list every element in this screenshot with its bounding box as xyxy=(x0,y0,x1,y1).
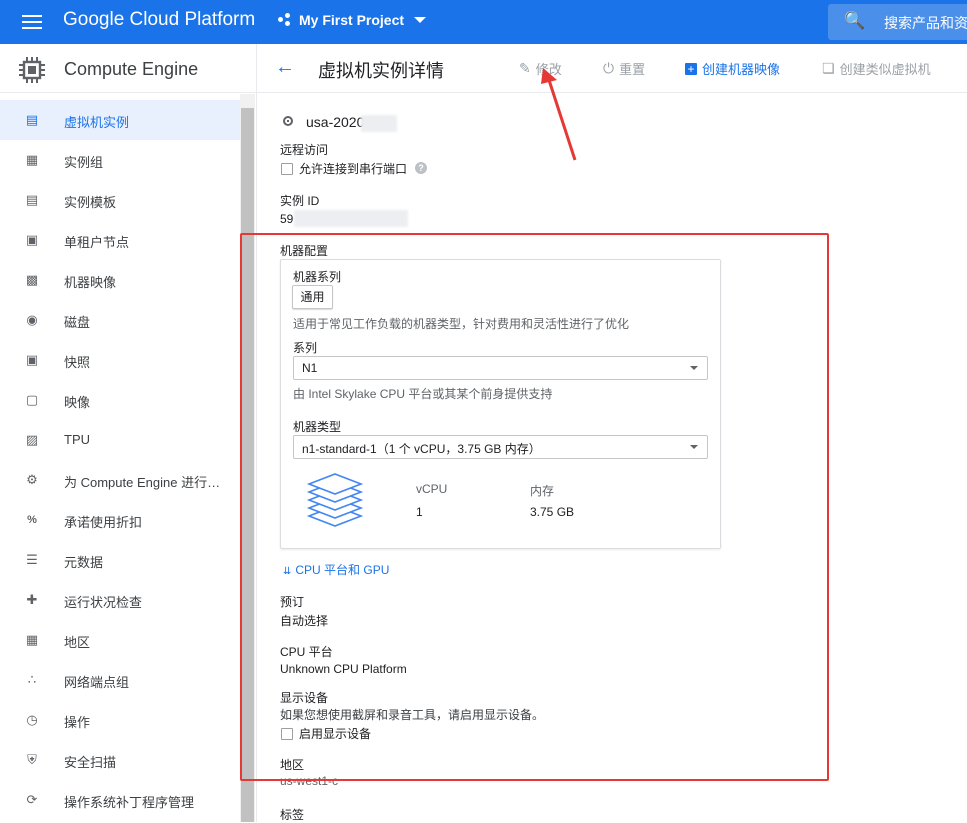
pencil-icon: ✎ xyxy=(519,60,531,76)
sidebar-item-images[interactable]: ▢ 映像 xyxy=(0,380,240,420)
sidebar-item-disks[interactable]: ◉ 磁盘 xyxy=(0,300,240,340)
serial-port-label: 允许连接到串行端口 xyxy=(299,162,408,176)
settings-gear-icon: ⚙ xyxy=(26,472,38,487)
sidebar-item-label: 承诺使用折扣 xyxy=(64,515,143,530)
sidebar-item-label: 单租户节点 xyxy=(64,235,130,250)
sidebar-item-recommendations[interactable]: ⚙ 为 Compute Engine 进行… xyxy=(0,460,240,500)
sidebar: Compute Engine ▤ 虚拟机实例 ▦ 实例组 ▤ 实例模板 ▣ 单租户节点 … xyxy=(0,44,257,822)
patch-icon: ⟳ xyxy=(26,792,38,807)
chevron-down-icon xyxy=(414,17,427,23)
reset-label: 重置 xyxy=(619,62,646,77)
sidebar-item-label: 操作系统补丁程序管理 xyxy=(64,795,195,810)
snapshot-icon: ▣ xyxy=(25,352,39,367)
sole-tenant-icon: ▣ xyxy=(25,232,39,247)
create-similar-label: 创建类似虚拟机 xyxy=(839,62,931,77)
sidebar-item-label: 为 Compute Engine 进行… xyxy=(64,475,221,490)
instance-status-icon xyxy=(283,116,293,126)
reset-button[interactable]: ⏻ 重置 xyxy=(603,59,645,78)
sidebar-item-committed-use[interactable]: % 承诺使用折扣 xyxy=(0,500,240,540)
sidebar-item-label: 磁盘 xyxy=(64,315,91,330)
sidebar-item-label: 快照 xyxy=(64,355,91,370)
clock-icon: ◷ xyxy=(26,712,38,727)
sidebar-item-label: 实例模板 xyxy=(64,195,117,210)
sidebar-item-health-checks[interactable]: ✚ 运行状况检查 xyxy=(0,580,240,620)
search-input[interactable]: 🔍 搜索产品和资 xyxy=(828,4,967,40)
sidebar-item-tpu[interactable]: ▨ TPU xyxy=(0,420,240,460)
project-selector[interactable]: My First Project xyxy=(278,12,427,28)
sidebar-item-instance-groups[interactable]: ▦ 实例组 xyxy=(0,140,240,180)
health-check-icon: ✚ xyxy=(26,592,38,607)
instance-id-label: 实例 ID xyxy=(280,194,320,208)
sidebar-item-os-patch[interactable]: ⟳ 操作系统补丁程序管理 xyxy=(0,780,240,820)
redaction xyxy=(361,115,397,132)
instance-id-value: 59 xyxy=(280,212,294,226)
compute-engine-icon xyxy=(19,57,45,83)
shield-icon: ⛨ xyxy=(27,752,37,767)
metadata-icon: ☰ xyxy=(26,552,38,567)
zones-icon: ▦ xyxy=(25,632,39,647)
copy-icon: ❏ xyxy=(822,60,835,76)
help-icon[interactable]: ? xyxy=(415,162,427,174)
sidebar-item-label: 安全扫描 xyxy=(64,755,117,770)
back-arrow-icon[interactable]: ← xyxy=(275,56,295,79)
brand-title[interactable]: Google Cloud Platform xyxy=(63,9,255,31)
sidebar-item-label: 映像 xyxy=(64,395,91,410)
menu-icon[interactable] xyxy=(22,12,42,32)
sidebar-item-instance-templates[interactable]: ▤ 实例模板 xyxy=(0,180,240,220)
instance-template-icon: ▤ xyxy=(25,192,39,207)
sidebar-item-network-endpoint-groups[interactable]: ∴ 网络端点组 xyxy=(0,660,240,700)
power-icon: ⏻ xyxy=(603,60,615,76)
search-icon: 🔍 xyxy=(844,11,866,30)
image-icon: ▢ xyxy=(25,392,39,407)
sidebar-title: Compute Engine xyxy=(64,59,199,79)
sidebar-item-security-scans[interactable]: ⛨ 安全扫描 xyxy=(0,740,240,780)
sidebar-item-label: 地区 xyxy=(64,635,91,650)
annotation-arrow xyxy=(541,68,577,161)
sidebar-item-label: 机器映像 xyxy=(64,275,117,290)
tpu-icon: ▨ xyxy=(25,432,39,447)
annotation-highlight-box xyxy=(240,233,829,781)
serial-port-checkbox[interactable] xyxy=(281,163,293,175)
sidebar-header: Compute Engine xyxy=(0,44,256,93)
create-machine-image-label: 创建机器映像 xyxy=(702,62,781,77)
sidebar-item-snapshots[interactable]: ▣ 快照 xyxy=(0,340,240,380)
redaction xyxy=(294,210,408,227)
project-dots-icon xyxy=(278,13,292,27)
sidebar-item-zones[interactable]: ▦ 地区 xyxy=(0,620,240,660)
sidebar-item-label: 虚拟机实例 xyxy=(64,115,130,130)
project-name: My First Project xyxy=(299,12,405,28)
sidebar-item-label: 元数据 xyxy=(64,555,104,570)
instance-name: usa-2020 xyxy=(306,114,365,130)
tags-label: 标签 xyxy=(280,808,305,822)
vm-instance-icon: ▤ xyxy=(25,112,39,127)
sidebar-nav: ▤ 虚拟机实例 ▦ 实例组 ▤ 实例模板 ▣ 单租户节点 ▩ 机器映像 ◉ 磁盘 ▣ 快照 ▢… xyxy=(0,100,240,820)
sidebar-item-machine-images[interactable]: ▩ 机器映像 xyxy=(0,260,240,300)
create-similar-button[interactable]: ❏ 创建类似虚拟机 xyxy=(822,59,931,78)
top-app-bar: Google Cloud Platform My First Project 🔍… xyxy=(0,0,967,44)
page-header: ← 虚拟机实例详情 ✎ 修改 ⏻ 重置 + 创建机器映像 ❏ 创建类似虚拟机 xyxy=(257,44,967,93)
sidebar-item-operations[interactable]: ◷ 操作 xyxy=(0,700,240,740)
percent-icon: % xyxy=(27,514,37,526)
instance-group-icon: ▦ xyxy=(25,152,39,167)
machine-image-icon: ▩ xyxy=(25,272,39,287)
sidebar-item-label: 运行状况检查 xyxy=(64,595,143,610)
sidebar-item-sole-tenant[interactable]: ▣ 单租户节点 xyxy=(0,220,240,260)
sidebar-item-label: 网络端点组 xyxy=(64,675,130,690)
create-machine-image-button[interactable]: + 创建机器映像 xyxy=(685,59,780,78)
sidebar-item-metadata[interactable]: ☰ 元数据 xyxy=(0,540,240,580)
sidebar-item-vm-instances[interactable]: ▤ 虚拟机实例 xyxy=(0,100,240,140)
page-title: 虚拟机实例详情 xyxy=(318,61,444,81)
sidebar-item-label: TPU xyxy=(64,432,90,447)
disk-icon: ◉ xyxy=(26,312,38,327)
sidebar-item-label: 操作 xyxy=(64,715,91,730)
search-placeholder: 搜索产品和资 xyxy=(884,15,967,31)
add-box-icon: + xyxy=(685,62,697,75)
sidebar-item-label: 实例组 xyxy=(64,155,104,170)
network-endpoint-icon: ∴ xyxy=(27,672,37,687)
remote-access-label: 远程访问 xyxy=(280,143,329,157)
